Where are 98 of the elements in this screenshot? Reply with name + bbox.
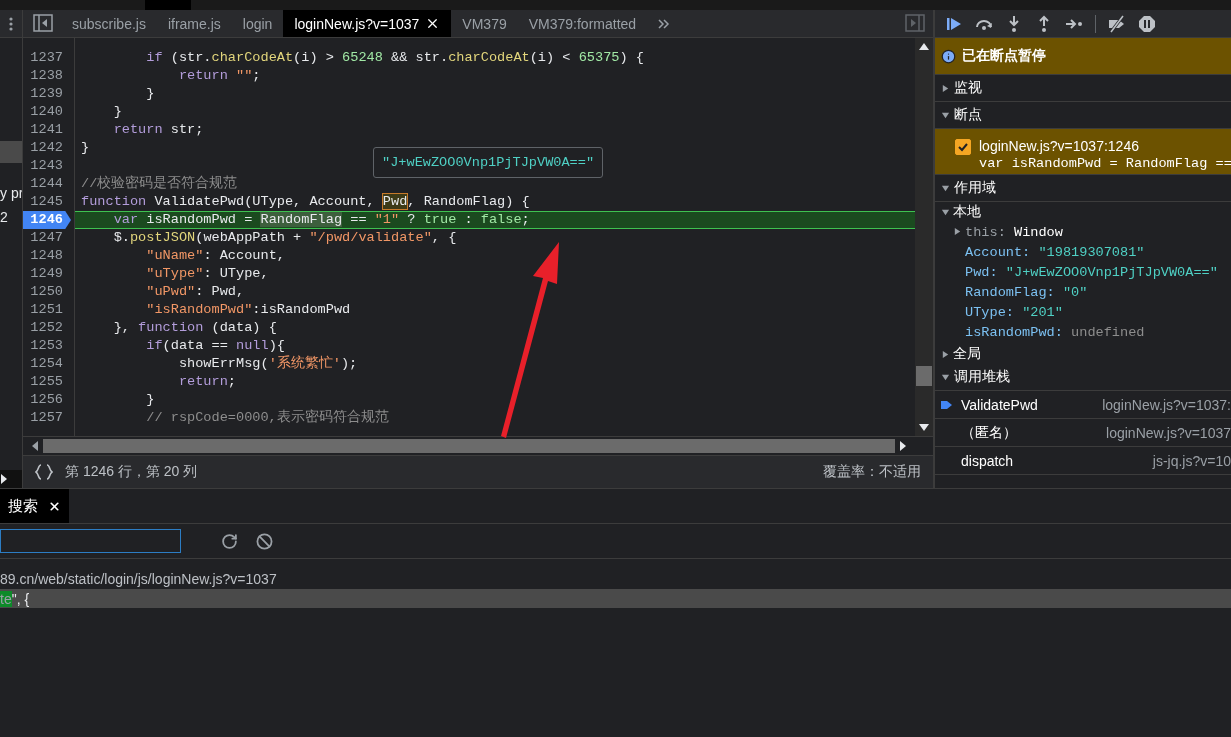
code-line: }: [145, 391, 155, 409]
code-line: $.postJSON(webAppPath + "/pwd/validate", {: [112, 229, 457, 247]
line-number[interactable]: 1247: [23, 229, 67, 247]
line-number[interactable]: 1246: [23, 211, 71, 229]
scope-group[interactable]: 全局: [935, 344, 1231, 364]
line-number[interactable]: 1242: [23, 139, 67, 157]
paused-message: 已在断点暂停: [962, 47, 1046, 65]
expand-icon[interactable]: [953, 226, 962, 236]
section-header[interactable]: 作用域: [935, 175, 1231, 202]
code-line: showErrMsg('系统繁忙');: [177, 355, 358, 373]
file-tab[interactable]: subscribe.js: [61, 10, 157, 37]
code-line: }: [112, 103, 122, 121]
line-number[interactable]: 1239: [23, 85, 67, 103]
search-result-file[interactable]: 89.cn/web/static/login/js/loginNew.js?v=1037: [0, 559, 1231, 589]
file-tab[interactable]: iframe.js: [156, 10, 232, 37]
line-number[interactable]: 1252: [23, 319, 67, 337]
expand-icon[interactable]: [941, 83, 950, 93]
scope-variable[interactable]: Pwd: "J+wEwZOO0Vnp1PjTJpVW0A==": [935, 262, 1231, 282]
call-frame[interactable]: ValidatePwd loginNew.js?v=1037:: [935, 391, 1231, 419]
clear-icon[interactable]: [256, 532, 273, 550]
code-line: }, function (data) {: [112, 319, 277, 337]
sidebar-toggle-icon[interactable]: [33, 14, 53, 32]
code-line: }: [145, 85, 155, 103]
code-line: "isRandomPwd":isRandomPwd: [145, 301, 351, 319]
scope-group[interactable]: 本地: [935, 202, 1231, 222]
breakpoint-item[interactable]: loginNew.js?v=1037:1246 var isRandomPwd = RandomFlag ==: [935, 129, 1231, 175]
line-number[interactable]: 1257: [23, 409, 67, 427]
line-number[interactable]: 1255: [23, 373, 67, 391]
expand-icon[interactable]: [0, 474, 8, 484]
line-number[interactable]: 1244: [23, 175, 67, 193]
file-tab[interactable]: VM379: [451, 10, 518, 37]
code-line: return "";: [177, 67, 261, 85]
code-line: function ValidatePwd(UType, Account, Pwd, RandomFlag) {: [80, 193, 530, 211]
scroll-right-icon[interactable]: [899, 441, 907, 451]
code-line: "uType": UType,: [145, 265, 269, 283]
file-tab[interactable]: loginNew.js?v=1037: [283, 10, 452, 37]
file-tab[interactable]: VM379:formatted: [517, 10, 648, 37]
braces-icon[interactable]: [35, 464, 53, 480]
scope-variable[interactable]: Account: "19819307081": [935, 242, 1231, 262]
code-line: if(data == null){: [145, 337, 285, 355]
line-number[interactable]: 1250: [23, 283, 67, 301]
scope-variable[interactable]: RandomFlag: "0": [935, 282, 1231, 302]
code-line: var isRandomPwd = RandomFlag == "1" ? true : false;: [112, 211, 530, 229]
line-number[interactable]: 1249: [23, 265, 67, 283]
deactivate-breakpoints-icon[interactable]: [1108, 14, 1126, 33]
collapse-icon[interactable]: [941, 183, 950, 193]
line-number[interactable]: 1245: [23, 193, 67, 211]
code-line: "uPwd": Pwd,: [145, 283, 245, 301]
code-line: "uName": Account,: [145, 247, 285, 265]
line-number[interactable]: 1238: [23, 67, 67, 85]
line-number[interactable]: 1251: [23, 301, 67, 319]
more-icon[interactable]: [9, 16, 13, 31]
file-tree-item[interactable]: 2: [0, 205, 22, 229]
code-line: if (str.charCodeAt(i) > 65248 && str.charCodeAt(i) < 65375) {: [145, 49, 644, 67]
scope-variable[interactable]: UType: "201": [935, 302, 1231, 322]
collapse-icon[interactable]: [941, 110, 950, 120]
code-line: }: [80, 139, 90, 157]
scope-variable[interactable]: isRandomPwd: undefined: [935, 322, 1231, 342]
call-frame[interactable]: （匿名） loginNew.js?v=1037: [935, 419, 1231, 447]
cursor-position: 第 1246 行，第 20 列: [65, 463, 198, 481]
info-icon: [941, 48, 956, 64]
scope-variable[interactable]: this: Window: [935, 222, 1231, 242]
pause-icon[interactable]: [1138, 14, 1156, 33]
code-line: return str;: [112, 121, 204, 139]
coverage-status: 覆盖率：不适用: [823, 463, 921, 481]
line-number[interactable]: 1243: [23, 157, 67, 175]
line-number[interactable]: 1256: [23, 391, 67, 409]
line-number[interactable]: 1240: [23, 103, 67, 121]
drawer-tab[interactable]: 搜索: [0, 489, 69, 523]
close-icon[interactable]: [48, 499, 61, 513]
line-number[interactable]: 1237: [23, 49, 67, 67]
collapse-icon[interactable]: [941, 207, 950, 217]
scroll-down-icon[interactable]: [919, 424, 929, 432]
refresh-icon[interactable]: [221, 532, 238, 550]
scrollbar-thumb[interactable]: [43, 439, 895, 453]
expand-icon[interactable]: [941, 349, 950, 359]
collapse-icon[interactable]: [941, 372, 950, 382]
code-line: //校验密码是否符合规范: [80, 175, 238, 193]
line-number[interactable]: 1241: [23, 121, 67, 139]
panel-toggle-icon[interactable]: [905, 14, 925, 32]
breakpoint-location: loginNew.js?v=1037:1246: [979, 137, 1140, 155]
value-tooltip: "J+wEwZOO0Vnp1PjTJpVW0A==": [373, 147, 604, 178]
scroll-left-icon[interactable]: [31, 441, 39, 451]
code-line: // rspCode=0000,表示密码符合规范: [145, 409, 389, 427]
section-header[interactable]: 调用堆栈: [935, 364, 1231, 391]
line-number[interactable]: 1254: [23, 355, 67, 373]
search-field[interactable]: [0, 529, 181, 553]
line-number[interactable]: 1253: [23, 337, 67, 355]
breakpoint-checkbox[interactable]: [955, 139, 971, 155]
chevrons-right-icon[interactable]: [657, 17, 672, 31]
file-tab[interactable]: login: [231, 10, 284, 37]
code-line: return;: [177, 373, 236, 391]
breakpoint-code: var isRandomPwd = RandomFlag ==: [979, 155, 1231, 173]
section-header[interactable]: 监视: [935, 75, 1231, 102]
call-frame[interactable]: dispatch js-jq.js?v=10: [935, 447, 1231, 475]
line-number[interactable]: 1248: [23, 247, 67, 265]
scrollbar-thumb[interactable]: [916, 366, 932, 386]
scroll-up-icon[interactable]: [919, 42, 929, 50]
